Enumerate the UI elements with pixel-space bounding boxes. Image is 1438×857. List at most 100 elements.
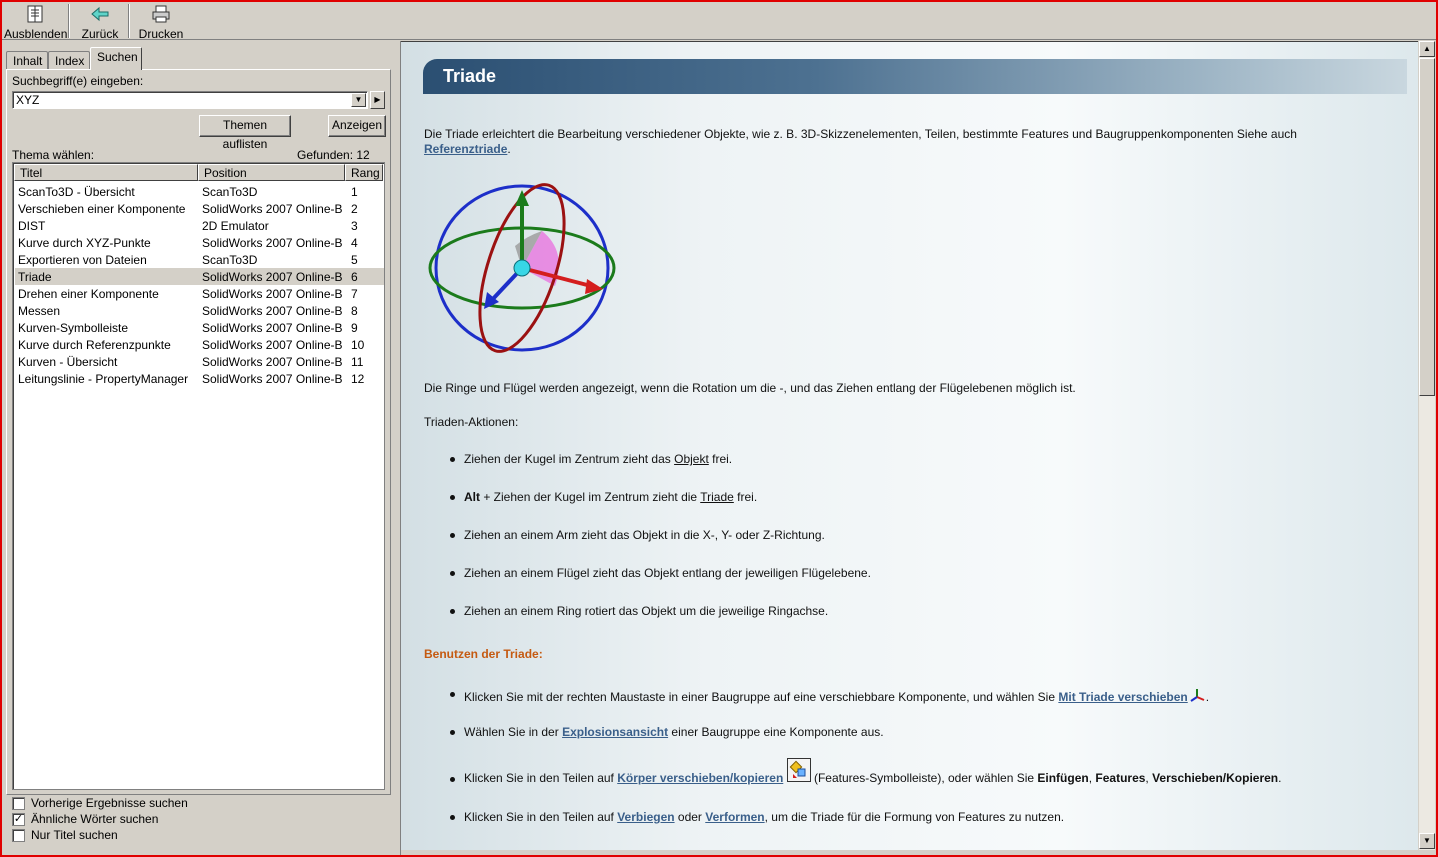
- row-position: ScanTo3D: [202, 185, 258, 199]
- table-row[interactable]: Kurven-Symbolleiste SolidWorks 2007 Onlin…: [15, 319, 384, 336]
- column-title[interactable]: Titel: [14, 164, 198, 181]
- bullet: [450, 609, 455, 614]
- status-bar: [401, 850, 1435, 855]
- tab-search[interactable]: Suchen: [90, 47, 142, 70]
- table-row[interactable]: Verschieben einer Komponente SolidWorks 2…: [15, 200, 384, 217]
- print-button[interactable]: Drucken: [134, 2, 188, 41]
- alt-key-label: Alt: [464, 490, 480, 504]
- tab-index[interactable]: Index: [48, 51, 90, 69]
- hide-label: Ausblenden: [4, 27, 68, 41]
- table-row[interactable]: Kurve durch XYZ-Punkte SolidWorks 2007 On…: [15, 234, 384, 251]
- usage-4-end: , um die Triade für die Formung von Feat…: [764, 810, 1065, 824]
- search-tab-panel: Suchbegriff(e) eingeben: XYZ ▼ ▶ Themen …: [6, 69, 391, 795]
- pane-splitter[interactable]: [391, 41, 401, 855]
- back-label: Zurück: [81, 27, 119, 41]
- flex-link[interactable]: Verbiegen: [617, 810, 674, 824]
- choose-topic-label: Thema wählen:: [12, 148, 95, 162]
- table-row[interactable]: Leitungslinie - PropertyManager SolidWork…: [15, 370, 384, 387]
- reference-triad-link[interactable]: Referenztriade: [424, 142, 507, 156]
- row-title: DIST: [18, 219, 46, 233]
- table-row[interactable]: DIST 2D Emulator 3: [15, 217, 384, 234]
- object-link[interactable]: Objekt: [674, 452, 709, 466]
- dropdown-arrow-icon[interactable]: ▼: [351, 93, 366, 107]
- menu-features-label: Features: [1095, 771, 1146, 785]
- table-row[interactable]: Kurve durch Referenzpunkte SolidWorks 200…: [15, 336, 384, 353]
- usage-1-end: .: [1205, 690, 1210, 704]
- bullet: [450, 815, 455, 820]
- bullet: [450, 457, 455, 462]
- tab-contents[interactable]: Inhalt: [6, 51, 48, 69]
- page-title: Triade: [443, 66, 497, 86]
- deform-link[interactable]: Verformen: [705, 810, 764, 824]
- triad-link[interactable]: Triade: [700, 490, 734, 504]
- usage-4-middle: oder: [674, 810, 706, 824]
- move-with-triad-link[interactable]: Mit Triade verschieben: [1058, 690, 1187, 704]
- move-copy-body-icon[interactable]: [786, 758, 811, 782]
- actions-heading: Triaden-Aktionen:: [424, 415, 519, 429]
- table-row[interactable]: Triade SolidWorks 2007 Online-B... 6: [15, 268, 384, 285]
- usage-item-4: Klicken Sie in den Teilen auf Verbiegen …: [464, 810, 1064, 824]
- topic-banner: Triade: [423, 59, 1407, 94]
- row-title: Exportieren von Dateien: [18, 253, 147, 267]
- scroll-up-icon[interactable]: ▲: [1419, 41, 1435, 57]
- display-button[interactable]: Anzeigen: [328, 115, 386, 137]
- action-item-4: Ziehen an einem Flügel zieht das Objekt …: [464, 566, 871, 580]
- usage-item-3: Klicken Sie in den Teilen auf Körper ver…: [464, 758, 1281, 792]
- option-previous-results-checkbox[interactable]: [12, 797, 25, 810]
- row-position: SolidWorks 2007 Online-B...: [202, 236, 342, 250]
- row-rank: 3: [351, 219, 358, 233]
- row-rank: 5: [351, 253, 358, 267]
- action-item-1: Ziehen der Kugel im Zentrum zieht das Ob…: [464, 452, 732, 466]
- column-position[interactable]: Position: [198, 164, 345, 181]
- content-scrollbar[interactable]: ▲ ▼: [1418, 41, 1435, 850]
- usage-2-end: einer Baugruppe eine Komponente aus.: [668, 725, 884, 739]
- hide-button[interactable]: Ausblenden: [4, 2, 68, 41]
- usage-3-end: .: [1278, 771, 1282, 785]
- row-position: SolidWorks 2007 Online-B...: [202, 355, 342, 369]
- bullet: [450, 571, 455, 576]
- search-prompt-label: Suchbegriff(e) eingeben:: [12, 74, 144, 88]
- row-position: SolidWorks 2007 Online-B...: [202, 270, 342, 284]
- move-copy-body-link[interactable]: Körper verschieben/kopieren: [617, 771, 783, 785]
- usage-1-text: Klicken Sie mit der rechten Maustaste in…: [464, 690, 1059, 704]
- search-menu-arrow-button[interactable]: ▶: [370, 91, 385, 109]
- row-title: Drehen einer Komponente: [18, 287, 159, 301]
- help-content: Triade Die Triade erleichtert die Bearbe…: [401, 41, 1418, 850]
- list-topics-button[interactable]: Themen auflisten: [199, 115, 291, 151]
- usage-heading: Benutzen der Triade:: [424, 647, 543, 661]
- scroll-down-icon[interactable]: ▼: [1419, 833, 1435, 849]
- row-rank: 8: [351, 304, 358, 318]
- row-rank: 2: [351, 202, 358, 216]
- option-similar-words-checkbox[interactable]: ✓: [12, 813, 25, 826]
- row-title: ScanTo3D - Übersicht: [18, 185, 135, 199]
- exploded-view-link[interactable]: Explosionsansicht: [562, 725, 668, 739]
- printer-icon: [152, 5, 170, 23]
- row-position: SolidWorks 2007 Online-B...: [202, 338, 342, 352]
- results-list[interactable]: Titel Position Rang ScanTo3D - Übersicht…: [12, 162, 385, 790]
- table-row[interactable]: Drehen einer Komponente SolidWorks 2007 O…: [15, 285, 384, 302]
- table-row[interactable]: Kurven - Übersicht SolidWorks 2007 Online…: [15, 353, 384, 370]
- row-title: Triade: [18, 270, 52, 284]
- row-position: ScanTo3D: [202, 253, 258, 267]
- toolbar-separator: [128, 4, 130, 38]
- scroll-thumb[interactable]: [1419, 58, 1435, 396]
- table-row[interactable]: Messen SolidWorks 2007 Online-B... 8: [15, 302, 384, 319]
- search-input[interactable]: XYZ ▼: [12, 91, 368, 109]
- table-row[interactable]: Exportieren von Dateien ScanTo3D 5: [15, 251, 384, 268]
- menu-insert-label: Einfügen: [1037, 771, 1089, 785]
- found-count: Gefunden: 12: [297, 148, 370, 162]
- column-rank[interactable]: Rang: [345, 164, 383, 181]
- bullet: [450, 495, 455, 500]
- usage-item-1: Klicken Sie mit der rechten Maustaste in…: [464, 687, 1209, 704]
- back-arrow-icon: [91, 6, 109, 22]
- option-titles-only-checkbox[interactable]: [12, 829, 25, 842]
- row-rank: 12: [351, 372, 365, 386]
- option-titles-only-label: Nur Titel suchen: [31, 828, 118, 842]
- row-rank: 11: [351, 355, 364, 369]
- back-button[interactable]: Zurück: [74, 2, 126, 41]
- triad-illustration: [428, 183, 616, 353]
- action-2-text: + Ziehen der Kugel im Zentrum zieht die: [480, 490, 701, 504]
- option-previous-results-label: Vorherige Ergebnisse suchen: [31, 796, 188, 810]
- action-1-text: Ziehen der Kugel im Zentrum zieht das: [464, 452, 675, 466]
- table-row[interactable]: ScanTo3D - Übersicht ScanTo3D 1: [15, 183, 384, 200]
